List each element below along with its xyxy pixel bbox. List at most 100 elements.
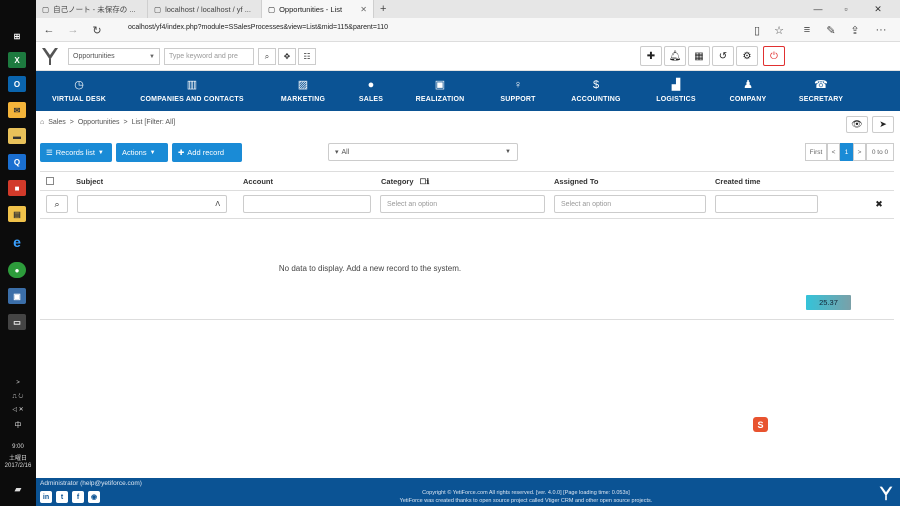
inbox-icon[interactable]: ▭ [8, 314, 26, 330]
yetiforce-logo-icon[interactable] [40, 46, 60, 66]
watch-eye-icon[interactable]: 👁︎ [846, 116, 868, 133]
main-navigation: ◷ VIRTUAL DESK ▥ COMPANIES AND CONTACTS … [36, 71, 900, 111]
chart-icon: ▨ [297, 79, 309, 91]
close-window-icon[interactable]: ✕ [864, 0, 892, 18]
hub-icon[interactable]: ≡ [798, 22, 816, 38]
browser-tab-1[interactable]: ▢ 自己ノート - 未保存の ... [36, 0, 148, 18]
account-filter-input[interactable] [243, 195, 371, 213]
search-icon[interactable]: ⌕ [258, 48, 276, 65]
nav-logistics[interactable]: ▟ LOGISTICS [648, 71, 704, 111]
dollar-icon: $ [592, 79, 600, 91]
filter-select[interactable]: ▾ All ▼ [328, 143, 518, 161]
back-icon[interactable]: ← [40, 22, 58, 38]
search-icon[interactable]: ⌕ [46, 195, 68, 213]
history-icon[interactable]: ↺ [712, 46, 734, 66]
reading-view-icon[interactable]: ▯ [748, 22, 766, 38]
notification-icon[interactable]: ▰ [0, 484, 36, 495]
breadcrumb-module[interactable]: Sales [48, 119, 66, 126]
advanced-search-icon[interactable]: ☷ [298, 48, 316, 65]
nav-realization[interactable]: ▣ REALIZATION [408, 71, 472, 111]
page-range[interactable]: 0 to 0 [866, 143, 894, 161]
copyright-text: Copyright © YetiForce.com All rights res… [399, 490, 653, 504]
minimize-icon[interactable]: — [804, 0, 832, 18]
nav-marketing[interactable]: ▨ MARKETING [268, 71, 338, 111]
browser-tab-2[interactable]: ▢ localhost / localhost / yf ... [148, 0, 262, 18]
share-icon[interactable]: ⇪ [846, 22, 864, 38]
quick-create-icon[interactable]: ✚ [640, 46, 662, 66]
notifications-icon[interactable]: 🔔︎ [664, 46, 686, 66]
lightbulb-icon: ♀ [513, 79, 523, 91]
category-tree-icon[interactable]: ☐ℹ [420, 177, 430, 186]
edge-icon[interactable]: e [8, 234, 26, 250]
prev-page-button[interactable]: < [827, 143, 840, 161]
clock-date: 2017/2/16 [4, 463, 32, 469]
nav-companies-and-contacts[interactable]: ▥ COMPANIES AND CONTACTS [132, 71, 252, 111]
twitter-icon[interactable]: t [56, 491, 68, 503]
mail-icon[interactable]: ✉ [8, 102, 26, 118]
column-subject[interactable]: Subject [76, 177, 103, 186]
module-select[interactable]: Opportunities ▼ [68, 48, 160, 65]
more-icon[interactable]: ··· [872, 22, 890, 38]
linkedin-icon[interactable]: in [40, 491, 52, 503]
category-filter-select[interactable]: Select an option [380, 195, 545, 213]
records-list-button[interactable]: ☰ Records list ▼ [40, 143, 112, 162]
created-time-filter-input[interactable] [715, 195, 818, 213]
tray-ime[interactable]: 中 [0, 420, 36, 430]
browser-tab-3[interactable]: ▢ Opportunities - List ✕ [262, 0, 374, 18]
settings-gear-icon[interactable]: ⚙ [736, 46, 758, 66]
maximize-icon[interactable]: ▫ [832, 0, 860, 18]
column-account[interactable]: Account [243, 177, 273, 186]
forward-icon[interactable]: → [64, 22, 82, 38]
select-all-checkbox[interactable] [46, 177, 54, 185]
current-page[interactable]: 1 [840, 143, 853, 161]
nav-secretary[interactable]: ☎ SECRETARY [794, 71, 848, 111]
chevron-down-icon: ▼ [149, 53, 155, 60]
global-search-input[interactable]: Type keyword and pre [164, 48, 254, 65]
favorite-icon[interactable]: ☆ [770, 22, 788, 38]
subject-filter-input[interactable]: Λ [77, 195, 227, 213]
notes-icon[interactable]: ✎ [822, 22, 840, 38]
building-icon: ▥ [186, 79, 198, 91]
first-page-button[interactable]: First [805, 143, 827, 161]
list-icon: ☰ [46, 148, 53, 157]
folder-icon[interactable]: ▬ [8, 128, 26, 144]
tray-expand-icon[interactable]: > [0, 380, 36, 386]
excel-icon[interactable]: X [8, 52, 26, 68]
new-tab-button[interactable]: + [374, 0, 394, 18]
logout-power-icon[interactable]: ⏻ [763, 46, 785, 66]
send-icon[interactable]: ➤ [872, 116, 894, 133]
refresh-icon[interactable]: ↻ [88, 22, 106, 38]
app-red-icon[interactable]: ■ [8, 180, 26, 196]
column-assigned-to[interactable]: Assigned To [554, 177, 598, 186]
assigned-to-filter-select[interactable]: Select an option [554, 195, 706, 213]
home-icon[interactable]: ⌂ [40, 119, 44, 126]
column-created-time[interactable]: Created time [715, 177, 760, 186]
github-icon[interactable]: ◉ [88, 491, 100, 503]
facebook-icon[interactable]: f [72, 491, 84, 503]
explorer-icon[interactable]: ▤ [8, 206, 26, 222]
tray-volume-icon[interactable]: ◁ ✕ [0, 406, 36, 413]
nav-accounting[interactable]: $ ACCOUNTING [564, 71, 628, 111]
start-icon[interactable]: ⊞ [8, 28, 26, 44]
calendar-icon[interactable]: ▦ [688, 46, 710, 66]
tab-page-icon: ▢ [42, 4, 50, 14]
ime-s-icon[interactable]: S [753, 417, 768, 432]
globe-icon[interactable]: ● [8, 262, 26, 278]
next-page-button[interactable]: > [853, 143, 866, 161]
close-tab-icon[interactable]: ✕ [360, 5, 367, 14]
url-field[interactable]: ocalhost/yf4/index.php?module=SSalesProc… [128, 24, 388, 31]
search-settings-icon[interactable]: ✥ [278, 48, 296, 65]
outlook-icon[interactable]: O [8, 76, 26, 92]
nav-virtual-desk[interactable]: ◷ VIRTUAL DESK [44, 71, 114, 111]
column-category[interactable]: Category ☐ℹ [381, 177, 429, 186]
search-app-icon[interactable]: Q [8, 154, 26, 170]
tray-network-icon[interactable]: ⎍ ↻ [0, 394, 36, 401]
monitor-icon[interactable]: ▣ [8, 288, 26, 304]
add-record-button[interactable]: ✚ Add record [172, 143, 242, 162]
nav-sales[interactable]: ● SALES [348, 71, 394, 111]
nav-company[interactable]: ♟ COMPANY [722, 71, 774, 111]
breadcrumb-page[interactable]: Opportunities [78, 119, 120, 126]
nav-support[interactable]: ♀ SUPPORT [494, 71, 542, 111]
clear-filter-icon[interactable]: ✖ [868, 195, 890, 213]
actions-button[interactable]: Actions ▼ [116, 143, 168, 162]
